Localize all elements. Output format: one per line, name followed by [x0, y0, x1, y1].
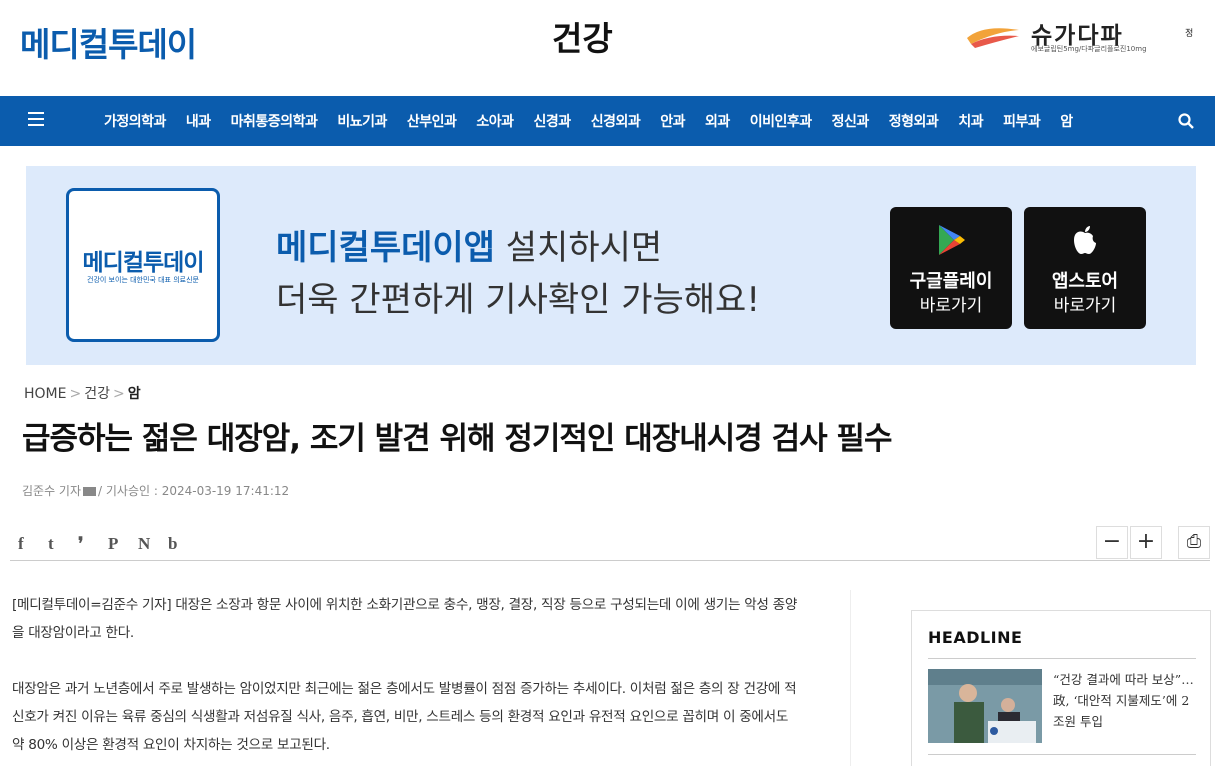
nav-item[interactable]: 피부과 — [993, 111, 1050, 131]
app-store-sub: 바로가기 — [1053, 296, 1117, 316]
banner-headline-rest: 설치하시면 — [494, 228, 663, 268]
banner-headline: 메디컬투데이앱 설치하시면 — [276, 220, 662, 269]
apple-icon — [1074, 226, 1096, 254]
pinterest-icon[interactable]: P — [108, 534, 138, 554]
breadcrumb-separator: > — [112, 386, 125, 402]
nav-item[interactable]: 정형외과 — [879, 111, 949, 131]
column-divider — [850, 590, 851, 766]
nav-item[interactable]: 외과 — [695, 111, 740, 131]
font-increase-button[interactable]: + — [1130, 526, 1162, 559]
google-play-icon — [939, 225, 965, 255]
article-paragraph: 대장암은 과거 노년층에서 주로 발생하는 암이었지만 최근에는 젊은 층에서도… — [12, 681, 797, 753]
naver-icon[interactable]: N — [138, 534, 168, 554]
nav-item[interactable]: 신경과 — [524, 111, 581, 131]
app-store-button[interactable]: 앱스토어 바로가기 — [1024, 207, 1146, 329]
search-icon[interactable] — [1178, 113, 1194, 129]
print-icon[interactable]: ⎙ — [1178, 526, 1210, 559]
section-title: 건강 — [552, 19, 613, 58]
ad-swoosh-icon — [967, 28, 1019, 48]
mail-icon[interactable] — [83, 487, 97, 496]
nav-item[interactable]: 치과 — [948, 111, 993, 131]
article-tools: − + ⎙ — [1094, 526, 1210, 559]
hamburger-menu-icon[interactable] — [28, 112, 44, 126]
author-name[interactable]: 김준수 기자 — [22, 484, 81, 498]
google-play-title: 구글플레이 — [909, 271, 993, 292]
nav-item[interactable]: 안과 — [650, 111, 695, 131]
share-toolbar: f t ❜ P Nb − + ⎙ — [10, 526, 1210, 561]
nav-item[interactable]: 내과 — [176, 111, 221, 131]
banner-subline: 더욱 간편하게 기사확인 가능해요! — [276, 280, 760, 320]
breadcrumb-section[interactable]: 건강 — [84, 386, 110, 402]
breadcrumb-home[interactable]: HOME — [24, 386, 66, 402]
headline-link[interactable]: “건강 결과에 따라 보상”…政, ‘대안적 지불제도’에 2조원 투입 — [1053, 669, 1198, 732]
approval-date: / 기사승인 : 2024-03-19 17:41:12 — [98, 484, 290, 498]
article-body: [메디컬투데이=김준수 기자] 대장은 소장과 항문 사이에 위치한 소화기관으… — [12, 591, 802, 766]
site-logo[interactable]: 메디컬투데이 — [20, 18, 197, 66]
ad-subtitle: 에보글립틴5mg/다파글리플로진10mg — [1031, 45, 1147, 53]
band-icon[interactable]: b — [168, 534, 198, 554]
byline: 김준수 기자 / 기사승인 : 2024-03-19 17:41:12 — [22, 482, 289, 499]
banner-logo-tagline: 건강이 보이는 대한민국 대표 의료신문 — [87, 276, 199, 284]
tool-gap — [1162, 526, 1176, 559]
nav-item[interactable]: 산부인과 — [397, 111, 467, 131]
nav-item[interactable]: 암 — [1050, 111, 1082, 131]
share-icons: f t ❜ P Nb — [18, 534, 198, 554]
nav-item[interactable]: 가정의학과 — [94, 111, 176, 131]
article-title: 급증하는 젊은 대장암, 조기 발견 위해 정기적인 대장내시경 검사 필수 — [22, 421, 892, 457]
breadcrumb: HOME > 건강 > 암 — [24, 383, 141, 403]
twitter-icon[interactable]: t — [48, 534, 78, 554]
kakao-story-icon[interactable]: ❜ — [78, 534, 108, 554]
facebook-icon[interactable]: f — [18, 534, 48, 554]
nav-item[interactable]: 비뇨기과 — [327, 111, 397, 131]
app-store-title: 앱스토어 — [1051, 271, 1119, 292]
nav-item[interactable]: 마취통증의학과 — [221, 111, 328, 131]
nav-item[interactable]: 소아과 — [466, 111, 523, 131]
sidebar-divider — [928, 754, 1196, 755]
sidebar-divider — [928, 658, 1196, 659]
thumbnail-image — [928, 669, 1042, 743]
headline-thumbnail[interactable] — [928, 669, 1042, 743]
nav-item[interactable]: 정신과 — [822, 111, 879, 131]
banner-app-name: 메디컬투데이앱 — [276, 228, 495, 268]
breadcrumb-separator: > — [69, 386, 82, 402]
app-install-banner[interactable]: 메디컬투데이 건강이 보이는 대한민국 대표 의료신문 메디컬투데이앱 설치하시… — [26, 166, 1196, 365]
font-decrease-button[interactable]: − — [1096, 526, 1128, 559]
banner-logo-name: 메디컬투데이 — [82, 250, 205, 276]
google-play-button[interactable]: 구글플레이 바로가기 — [890, 207, 1012, 329]
main-nav: 가정의학과 내과 마취통증의학과 비뇨기과 산부인과 소아과 신경과 신경외과 안과 외과 이비인후… — [0, 96, 1215, 146]
nav-item[interactable]: 신경외과 — [581, 111, 651, 131]
banner-logo: 메디컬투데이 건강이 보이는 대한민국 대표 의료신문 — [66, 188, 220, 342]
site-header: 메디컬투데이 건강 슈가다파 정 에보글립틴5mg/다파글리플로진10mg — [0, 0, 1215, 96]
article-paragraph: [메디컬투데이=김준수 기자] 대장은 소장과 항문 사이에 위치한 소화기관으… — [12, 597, 798, 641]
ad-mark: 정 — [1185, 29, 1194, 39]
nav-item[interactable]: 이비인후과 — [740, 111, 822, 131]
google-play-sub: 바로가기 — [919, 296, 983, 316]
header-ad[interactable]: 슈가다파 정 에보글립틴5mg/다파글리플로진10mg — [965, 16, 1200, 56]
nav-items: 가정의학과 내과 마취통증의학과 비뇨기과 산부인과 소아과 신경과 신경외과 안과 외과 이비인후… — [94, 96, 1083, 146]
headline-sidebar: HEADLINE “건강 결과에 따라 보상”…政, ‘대안적 지불제도’에 2… — [911, 610, 1211, 766]
sidebar-title: HEADLINE — [928, 628, 1023, 647]
breadcrumb-current[interactable]: 암 — [128, 386, 141, 402]
